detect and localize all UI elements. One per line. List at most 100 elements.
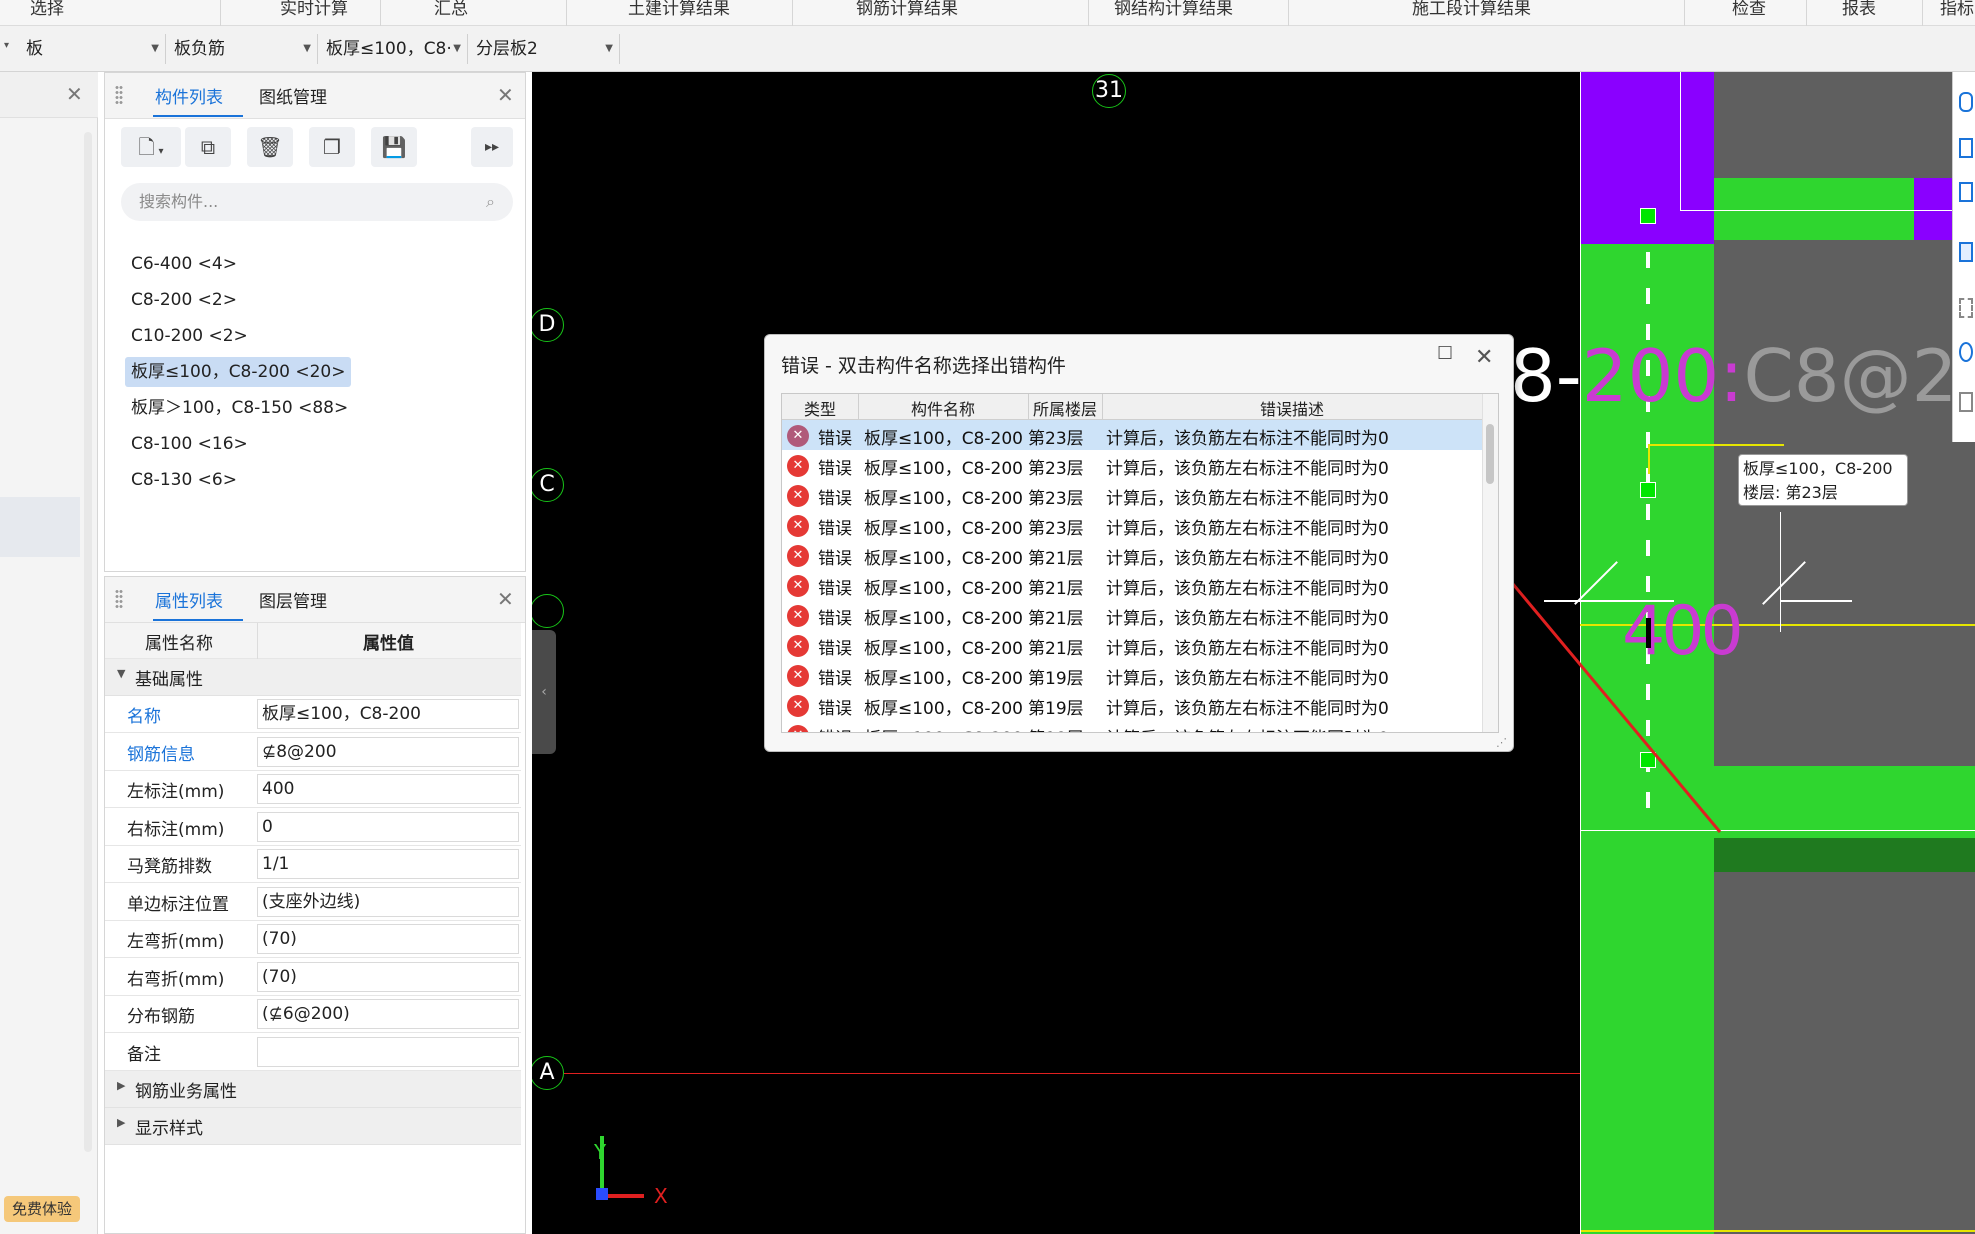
component-list-item[interactable]: C10-200 <2> bbox=[125, 321, 254, 351]
error-row[interactable]: ✕ 错误 板厚≤100，C8-200 第21层 计算后，该负筋左右标注不能同时为0 bbox=[782, 570, 1482, 600]
property-value-field[interactable]: ⊈8@200 bbox=[257, 736, 519, 767]
property-value-field[interactable]: (70) bbox=[257, 961, 519, 992]
close-icon[interactable]: ✕ bbox=[1475, 345, 1493, 370]
menu-select[interactable]: 选择 bbox=[30, 0, 64, 19]
property-value-field[interactable]: 1/1 bbox=[257, 849, 519, 879]
maximize-icon[interactable]: ☐ bbox=[1437, 343, 1453, 364]
error-row[interactable]: ✕ 错误 板厚≤100，C8-200 第23层 计算后，该负筋左右标注不能同时为0 bbox=[782, 510, 1482, 540]
group-basic-properties[interactable]: ▼ 基础属性 bbox=[105, 659, 521, 696]
menu-index[interactable]: 指标 bbox=[1940, 0, 1974, 19]
tooltip-name: 板厚≤100，C8-200 bbox=[1743, 459, 1893, 478]
new-component-button[interactable]: 🗋 ▾ bbox=[121, 127, 181, 167]
tab-property-list[interactable]: 属性列表 bbox=[155, 587, 223, 612]
menu-check[interactable]: 检查 bbox=[1732, 0, 1766, 19]
property-value-field[interactable]: (支座外边线) bbox=[257, 886, 519, 917]
close-icon[interactable]: ✕ bbox=[66, 82, 83, 106]
scrollbar[interactable] bbox=[84, 132, 92, 1152]
column-header-floor[interactable]: 所属楼层 bbox=[1028, 396, 1102, 420]
menu-summary[interactable]: 汇总 bbox=[434, 0, 468, 19]
menu-civil-results[interactable]: 土建计算结果 bbox=[628, 0, 730, 19]
component-list-item[interactable]: 板厚＞100，C8-150 <88> bbox=[125, 393, 354, 423]
error-row[interactable]: ✕ 错误 板厚≤100，C8-200 第21层 计算后，该负筋左右标注不能同时为0 bbox=[782, 630, 1482, 660]
chevron-down-icon[interactable]: ▾ bbox=[4, 40, 9, 51]
resize-grip-icon[interactable]: ⋰ bbox=[1496, 736, 1507, 749]
free-trial-badge[interactable]: 免费体验 bbox=[4, 1196, 80, 1222]
scrollbar[interactable] bbox=[1482, 394, 1498, 732]
property-name: 钢筋信息 bbox=[127, 744, 195, 765]
box-view-icon[interactable] bbox=[1959, 182, 1973, 202]
3d-view-icon[interactable] bbox=[1959, 242, 1973, 262]
menu-report[interactable]: 报表 bbox=[1842, 0, 1876, 19]
component-list-item[interactable]: C6-400 <4> bbox=[125, 249, 243, 279]
property-value-field[interactable]: 0 bbox=[257, 811, 519, 842]
error-cell-type: 错误 bbox=[818, 579, 852, 599]
error-row[interactable]: ✕ 错误 板厚≤100，C8-200 第23层 计算后，该负筋左右标注不能同时为0 bbox=[782, 420, 1482, 450]
duplicate-layer-button[interactable]: ❐ bbox=[309, 127, 355, 167]
tab-layer-management[interactable]: 图层管理 bbox=[259, 587, 327, 612]
group-rebar-business[interactable]: ▶ 钢筋业务属性 bbox=[105, 1071, 521, 1108]
menu-realtime-calc[interactable]: 实时计算 bbox=[280, 0, 348, 19]
menu-steel-results[interactable]: 钢结构计算结果 bbox=[1114, 0, 1233, 19]
component-select[interactable]: 板厚≤100，C8· ▼ bbox=[320, 34, 468, 64]
drag-handle-icon[interactable] bbox=[115, 85, 123, 105]
column-header-name[interactable]: 构件名称 bbox=[858, 396, 1028, 420]
column-header-type[interactable]: 类型 bbox=[782, 396, 858, 420]
column-header-description[interactable]: 错误描述 bbox=[1102, 396, 1482, 420]
component-list-item[interactable]: 板厚≤100，C8-200 <20> bbox=[125, 357, 352, 387]
save-template-button[interactable]: 💾 bbox=[371, 127, 417, 167]
element-type-value: 板 bbox=[26, 39, 43, 59]
component-list-item[interactable]: C8-100 <16> bbox=[125, 429, 254, 459]
list-view-icon[interactable] bbox=[1959, 392, 1973, 412]
property-value-field[interactable]: 板厚≤100，C8-200 bbox=[257, 699, 519, 729]
property-value-field[interactable]: (⊈6@200) bbox=[257, 999, 519, 1029]
scrollbar-thumb[interactable] bbox=[1486, 424, 1494, 484]
copy-component-button[interactable]: ⧉ bbox=[185, 127, 231, 167]
collapsed-selected-item[interactable] bbox=[0, 497, 80, 557]
component-search-input[interactable]: 搜索构件... ⌕ bbox=[121, 183, 513, 221]
tab-drawing-management[interactable]: 图纸管理 bbox=[259, 83, 327, 108]
component-list-item[interactable]: C8-130 <6> bbox=[125, 465, 243, 495]
close-icon[interactable]: ✕ bbox=[497, 83, 514, 107]
selection-box-icon[interactable] bbox=[1959, 298, 1973, 318]
delete-component-button[interactable]: 🗑 bbox=[247, 127, 293, 167]
search-placeholder: 搜索构件... bbox=[139, 192, 219, 211]
error-row[interactable]: ✕错误板厚≤100，C8-200第19层计算后，该负筋左右标注不能同时为0 bbox=[782, 720, 1482, 732]
property-value-field[interactable]: 400 bbox=[257, 774, 519, 804]
drag-handle-icon[interactable] bbox=[115, 589, 123, 609]
component-list-item[interactable]: C8-200 <2> bbox=[125, 285, 243, 315]
error-row[interactable]: ✕ 错误 板厚≤100，C8-200 第23层 计算后，该负筋左右标注不能同时为0 bbox=[782, 450, 1482, 480]
error-row[interactable]: ✕ 错误 板厚≤100，C8-200 第21层 计算后，该负筋左右标注不能同时为0 bbox=[782, 600, 1482, 630]
error-icon: ✕ bbox=[787, 725, 809, 732]
subtype-select[interactable]: 板负筋 ▼ bbox=[168, 34, 318, 64]
property-row: 备注 bbox=[105, 1034, 521, 1071]
menu-separator bbox=[380, 0, 381, 26]
error-cell-type: 错误 bbox=[818, 459, 852, 479]
error-row[interactable]: ✕ 错误 板厚≤100，C8-200 第23层 计算后，该负筋左右标注不能同时为0 bbox=[782, 480, 1482, 510]
error-cell-name: 板厚≤100，C8-200 bbox=[864, 519, 1023, 539]
error-row[interactable]: ✕ 错误 板厚≤100，C8-200 第21层 计算后，该负筋左右标注不能同时为0 bbox=[782, 540, 1482, 570]
zoom-icon[interactable] bbox=[1959, 342, 1973, 362]
layer-select[interactable]: 分层板2 ▼ bbox=[470, 34, 620, 64]
element-type-select[interactable]: 板 ▼ bbox=[20, 34, 166, 64]
property-value-field[interactable]: (70) bbox=[257, 924, 519, 954]
search-icon[interactable]: ⌕ bbox=[486, 183, 495, 221]
error-row[interactable]: ✕错误板厚≤100，C8-200第19层计算后，该负筋左右标注不能同时为0 bbox=[782, 660, 1482, 690]
menu-rebar-results[interactable]: 钢筋计算结果 bbox=[856, 0, 958, 19]
rotate-view-icon[interactable] bbox=[1959, 92, 1973, 112]
chevron-down-icon: ▼ bbox=[605, 43, 613, 54]
more-tools-button[interactable]: ▸▸ bbox=[471, 127, 513, 167]
property-value-field[interactable] bbox=[257, 1036, 519, 1067]
error-row[interactable]: ✕错误板厚≤100，C8-200第19层计算后，该负筋左右标注不能同时为0 bbox=[782, 690, 1482, 720]
property-name-header: 属性名称 bbox=[145, 634, 213, 654]
property-value-header: 属性值 bbox=[363, 634, 414, 654]
tab-component-list[interactable]: 构件列表 bbox=[155, 83, 223, 108]
2d-view-icon[interactable] bbox=[1959, 138, 1973, 158]
error-cell-type: 错误 bbox=[818, 489, 852, 509]
error-cell-floor: 第23层 bbox=[1028, 429, 1084, 449]
component-panel-tabs: 构件列表 图纸管理 ✕ bbox=[105, 73, 525, 119]
column-divider bbox=[257, 623, 258, 659]
group-display-style[interactable]: ▶ 显示样式 bbox=[105, 1108, 521, 1145]
error-cell-type: 错误 bbox=[818, 699, 852, 719]
close-icon[interactable]: ✕ bbox=[497, 587, 514, 611]
menu-stage-results[interactable]: 施工段计算结果 bbox=[1412, 0, 1531, 19]
